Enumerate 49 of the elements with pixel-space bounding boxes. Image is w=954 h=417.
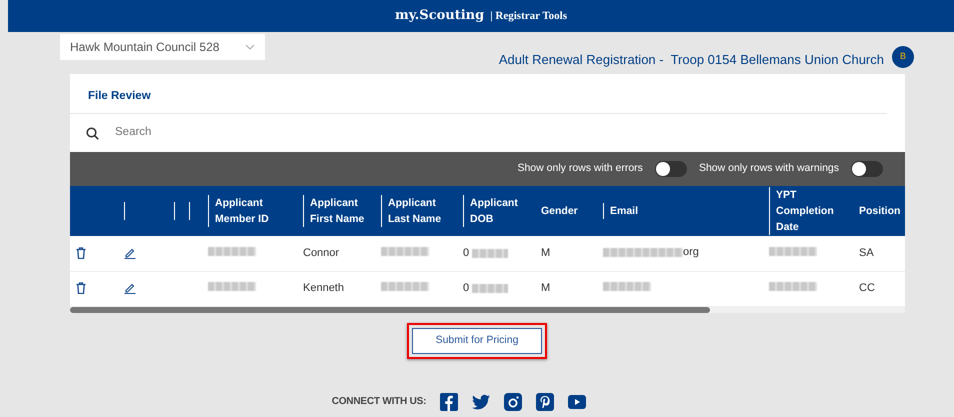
redacted-text bbox=[769, 247, 817, 256]
redacted-text bbox=[381, 282, 429, 292]
redacted-text bbox=[603, 282, 651, 292]
avatar-button[interactable]: B bbox=[892, 46, 914, 68]
trash-icon[interactable] bbox=[76, 282, 86, 294]
instagram-icon[interactable] bbox=[504, 392, 522, 410]
column-header: Applicant DOB bbox=[463, 194, 529, 228]
table-cell: M bbox=[541, 247, 550, 259]
table-cell: Kenneth bbox=[303, 282, 344, 294]
column-header: Applicant First Name bbox=[303, 194, 369, 228]
table-cell: M bbox=[541, 282, 550, 294]
redacted-text bbox=[208, 247, 256, 256]
redacted-text bbox=[472, 248, 508, 258]
redacted-text bbox=[769, 282, 817, 292]
brand-logo: my.Scouting bbox=[394, 7, 484, 26]
column-header: Position bbox=[859, 204, 900, 217]
pencil-icon[interactable] bbox=[124, 247, 136, 260]
table-cell: Connor bbox=[303, 247, 340, 259]
pinterest-icon[interactable] bbox=[536, 392, 554, 410]
page-title: Adult Renewal Registration - Troop 0154 Bellemans Union Church bbox=[498, 51, 884, 69]
connect-label: CONNECT WITH US: bbox=[332, 395, 426, 409]
toggle-switch[interactable] bbox=[654, 161, 687, 177]
redacted-text bbox=[472, 284, 508, 293]
council-select[interactable]: Hawk Mountain Council 528 bbox=[60, 34, 265, 60]
facebook-icon[interactable] bbox=[440, 392, 458, 410]
column-header: Gender bbox=[541, 204, 578, 217]
pencil-icon[interactable] bbox=[124, 282, 136, 294]
table-cell-text: 0 bbox=[463, 281, 470, 296]
toggle-label: Show only rows with errors bbox=[517, 161, 643, 176]
toggle-switch[interactable] bbox=[851, 161, 883, 177]
redacted-text bbox=[208, 282, 256, 292]
twitter-icon[interactable] bbox=[472, 392, 490, 410]
column-header: Applicant Last Name bbox=[381, 194, 451, 228]
section-title: File Review bbox=[70, 74, 887, 114]
trash-icon[interactable] bbox=[76, 247, 86, 260]
table-cell: CC bbox=[859, 282, 875, 294]
table-cell-text: 0 bbox=[463, 246, 470, 261]
chevron-down-icon bbox=[245, 44, 255, 50]
submit-button[interactable]: Submit for Pricing bbox=[412, 328, 542, 354]
column-header: Email bbox=[603, 202, 757, 220]
column-header: Applicant Member ID bbox=[208, 194, 291, 228]
search-icon bbox=[86, 126, 99, 140]
section-title: | Registrar Tools bbox=[490, 8, 568, 24]
table-cell-text: org bbox=[683, 245, 699, 260]
redacted-text bbox=[381, 247, 429, 256]
youtube-icon[interactable] bbox=[568, 392, 586, 410]
table-cell: SA bbox=[859, 247, 874, 259]
column-header: YPT Completion Date bbox=[769, 186, 847, 236]
toggle-label: Show only rows with warnings bbox=[698, 161, 839, 176]
